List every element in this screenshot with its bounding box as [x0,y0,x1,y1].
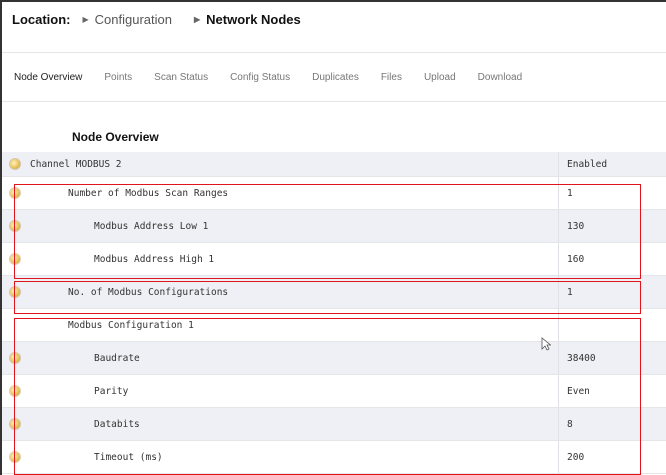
row-value: 130 [558,210,666,242]
table-row[interactable]: Modbus Configuration 1 [2,309,666,342]
breadcrumb-configuration[interactable]: ▶ Configuration [83,12,172,27]
gear-icon [10,353,20,363]
breadcrumb-label: Network Nodes [206,12,301,27]
gear-icon [10,221,20,231]
location-label: Location: [12,12,71,27]
section-title: Node Overview [72,130,159,144]
row-value: 8 [558,408,666,440]
breadcrumb-network-nodes[interactable]: ▶ Network Nodes [194,12,301,27]
table-row[interactable]: Channel MODBUS 2 Enabled [2,152,666,177]
gear-icon [10,386,20,396]
row-value: Enabled [558,152,666,176]
table-row[interactable]: Timeout (ms) 200 [2,441,666,474]
table-row[interactable]: Baudrate 38400 [2,342,666,375]
mouse-pointer-icon [541,337,551,351]
gear-icon [10,452,20,462]
breadcrumb-arrow-icon: ▶ [193,15,201,24]
table-row[interactable]: Number of Modbus Scan Ranges 1 [2,177,666,210]
tab-duplicates[interactable]: Duplicates [312,72,359,83]
table-row[interactable]: Modbus Address Low 1 130 [2,210,666,243]
tab-files[interactable]: Files [381,72,402,83]
gear-icon [10,188,20,198]
tab-scan-status[interactable]: Scan Status [154,72,208,83]
tab-bar: Node Overview Points Scan Status Config … [2,52,666,102]
row-value: 160 [558,243,666,275]
gear-icon [10,419,20,429]
tab-upload[interactable]: Upload [424,72,456,83]
row-value: Even [558,375,666,407]
tab-node-overview[interactable]: Node Overview [14,72,82,83]
node-overview-table: Channel MODBUS 2 Enabled Number of Modbu… [2,152,666,474]
tab-points[interactable]: Points [104,72,132,83]
row-value: 1 [558,177,666,209]
table-row[interactable]: Databits 8 [2,408,666,441]
gear-icon [10,159,20,169]
table-row[interactable]: No. of Modbus Configurations 1 [2,276,666,309]
breadcrumb-arrow-icon: ▶ [82,15,89,24]
gear-icon [10,287,20,297]
row-value: 1 [558,276,666,308]
location-bar: Location: ▶ Configuration ▶ Network Node… [2,2,666,52]
table-row[interactable]: Parity Even [2,375,666,408]
breadcrumb-label: Configuration [94,12,172,27]
row-value: 200 [558,441,666,473]
gear-icon [10,254,20,264]
table-row[interactable]: Modbus Address High 1 160 [2,243,666,276]
tab-download[interactable]: Download [478,72,522,83]
row-value: 38400 [558,342,666,374]
tab-config-status[interactable]: Config Status [230,72,290,83]
row-value [558,309,666,341]
